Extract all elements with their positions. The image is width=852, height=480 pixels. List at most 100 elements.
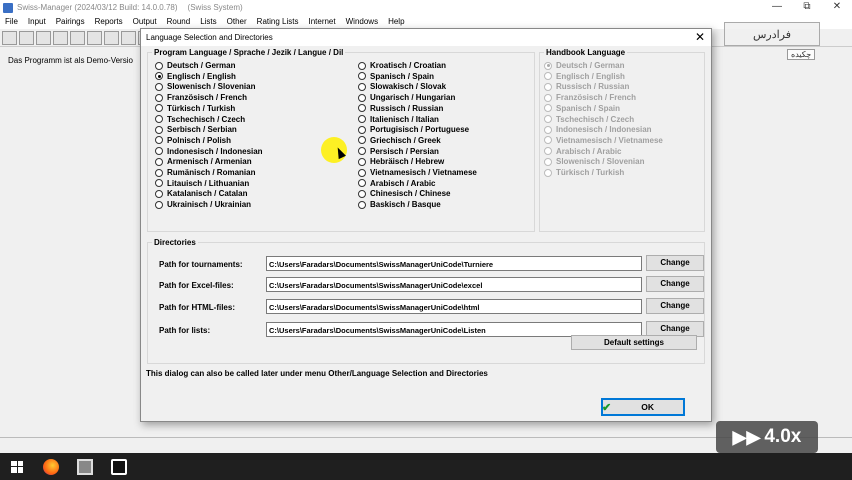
language-radio-hebrew[interactable]: Hebräisch / Hebrew xyxy=(358,156,444,167)
radio-button[interactable] xyxy=(358,82,366,91)
menu-windows[interactable]: Windows xyxy=(341,15,383,29)
radio-button[interactable] xyxy=(358,136,366,145)
radio-button[interactable] xyxy=(358,147,366,156)
radio-button[interactable] xyxy=(358,125,366,134)
radio-label: Slowenisch / Slovenian xyxy=(167,82,256,92)
dialog-title: Language Selection and Directories xyxy=(146,33,273,42)
radio-button[interactable] xyxy=(155,147,163,156)
app-window-icon[interactable] xyxy=(68,453,102,480)
radio-button[interactable] xyxy=(155,200,163,209)
language-radio-turkish[interactable]: Türkisch / Turkish xyxy=(155,103,235,114)
radio-button[interactable] xyxy=(155,168,163,177)
language-radio-czech[interactable]: Tschechisch / Czech xyxy=(155,114,245,125)
radio-button[interactable] xyxy=(358,72,366,81)
restore-button[interactable]: ⧉ xyxy=(792,0,822,15)
menu-other[interactable]: Other xyxy=(222,15,252,29)
menu-file[interactable]: File xyxy=(0,15,23,29)
menu-internet[interactable]: Internet xyxy=(303,15,340,29)
radio-button[interactable] xyxy=(155,157,163,166)
toolbar-icon-4[interactable] xyxy=(53,30,68,45)
radio-button[interactable] xyxy=(155,115,163,123)
change-path-button[interactable]: Change xyxy=(646,298,704,314)
language-radio-basque[interactable]: Baskisch / Basque xyxy=(358,199,441,210)
toolbar-icon-8[interactable] xyxy=(121,30,136,45)
radio-button[interactable] xyxy=(155,93,163,102)
language-radio-russian[interactable]: Russisch / Russian xyxy=(358,103,443,114)
change-path-button[interactable]: Change xyxy=(646,255,704,271)
radio-label: Kroatisch / Croatian xyxy=(370,61,447,70)
menu-output[interactable]: Output xyxy=(128,15,162,29)
language-radio-german[interactable]: Deutsch / German xyxy=(155,60,235,71)
toolbar-icon-6[interactable] xyxy=(87,30,102,45)
ok-button[interactable]: ✔ OK xyxy=(601,398,685,416)
windows-start-icon[interactable] xyxy=(0,453,34,480)
menu-reports[interactable]: Reports xyxy=(90,15,128,29)
menu-lists[interactable]: Lists xyxy=(195,15,221,29)
language-radio-french[interactable]: Französisch / French xyxy=(155,92,247,103)
radio-label: Deutsch / German xyxy=(556,61,625,70)
taskbar xyxy=(0,453,852,480)
path-input[interactable]: C:\Users\Faradars\Documents\SwissManager… xyxy=(266,256,642,271)
menu-rating-lists[interactable]: Rating Lists xyxy=(252,15,304,29)
language-radio-spain[interactable]: Spanisch / Spain xyxy=(358,71,434,82)
language-radio-lithuanian[interactable]: Litauisch / Lithuanian xyxy=(155,178,249,189)
language-radio-slovak[interactable]: Slowakisch / Slovak xyxy=(358,81,446,92)
toolbar-icon-7[interactable] xyxy=(104,30,119,45)
language-radio-italian[interactable]: Italienisch / Italian xyxy=(358,114,439,125)
radio-button[interactable] xyxy=(358,61,366,70)
radio-button[interactable] xyxy=(155,189,163,198)
radio-button[interactable] xyxy=(358,168,366,177)
radio-button[interactable] xyxy=(358,179,366,188)
firefox-icon[interactable] xyxy=(34,453,68,480)
path-input[interactable]: C:\Users\Faradars\Documents\SwissManager… xyxy=(266,299,642,314)
language-radio-hungarian[interactable]: Ungarisch / Hungarian xyxy=(358,92,455,103)
handbook-radio-slovenian: Slowenisch / Slovenian xyxy=(544,156,644,167)
language-radio-portuguese[interactable]: Portugisisch / Portuguese xyxy=(358,124,469,135)
radio-button[interactable] xyxy=(358,189,366,198)
language-radio-greek[interactable]: Griechisch / Greek xyxy=(358,135,441,146)
swiss-manager-icon[interactable] xyxy=(102,453,136,480)
language-radio-persian[interactable]: Persisch / Persian xyxy=(358,146,439,157)
path-input[interactable]: C:\Users\Faradars\Documents\SwissManager… xyxy=(266,277,642,292)
language-radio-croatian[interactable]: Kroatisch / Croatian xyxy=(358,60,446,71)
language-radio-english[interactable]: Englisch / English xyxy=(155,71,236,82)
new-file-icon[interactable] xyxy=(2,30,17,45)
menu-round[interactable]: Round xyxy=(162,15,196,29)
close-app-button[interactable]: ✕ xyxy=(822,0,852,15)
radio-button[interactable] xyxy=(155,125,163,134)
language-radio-catalan[interactable]: Katalanisch / Catalan xyxy=(155,188,247,199)
radio-button[interactable] xyxy=(155,72,163,81)
radio-button[interactable] xyxy=(358,200,366,209)
language-radio-arabic[interactable]: Arabisch / Arabic xyxy=(358,178,436,189)
change-path-button[interactable]: Change xyxy=(646,276,704,292)
language-radio-chinese[interactable]: Chinesisch / Chinese xyxy=(358,188,450,199)
language-radio-indonesian[interactable]: Indonesisch / Indonesian xyxy=(155,146,263,157)
radio-label: Französisch / French xyxy=(167,93,248,103)
radio-button[interactable] xyxy=(155,104,163,113)
radio-button[interactable] xyxy=(358,115,366,123)
language-radio-romanian[interactable]: Rumänisch / Romanian xyxy=(155,167,255,178)
radio-button[interactable] xyxy=(358,93,366,102)
open-folder-icon[interactable] xyxy=(19,30,34,45)
language-radio-serbian[interactable]: Serbisch / Serbian xyxy=(155,124,237,135)
menu-help[interactable]: Help xyxy=(383,15,409,29)
radio-button[interactable] xyxy=(358,157,366,166)
language-radio-polish[interactable]: Polnisch / Polish xyxy=(155,135,231,146)
language-radio-slovenian[interactable]: Slowenisch / Slovenian xyxy=(155,81,255,92)
dialog-close-icon[interactable]: ✕ xyxy=(693,30,707,44)
radio-button[interactable] xyxy=(155,82,163,91)
language-radio-ukrainian[interactable]: Ukrainisch / Ukrainian xyxy=(155,199,251,210)
radio-label: Spanisch / Spain xyxy=(370,71,435,81)
minimize-button[interactable]: — xyxy=(762,0,792,15)
menu-input[interactable]: Input xyxy=(23,15,51,29)
language-radio-armenian[interactable]: Armenisch / Armenian xyxy=(155,156,252,167)
radio-button[interactable] xyxy=(155,61,163,70)
save-icon[interactable] xyxy=(36,30,51,45)
radio-button[interactable] xyxy=(358,104,366,113)
toolbar-icon-5[interactable] xyxy=(70,30,85,45)
language-radio-vietnamese[interactable]: Vietnamesisch / Vietnamese xyxy=(358,167,477,178)
radio-button[interactable] xyxy=(155,179,163,188)
radio-button[interactable] xyxy=(155,136,163,145)
menu-pairings[interactable]: Pairings xyxy=(51,15,90,29)
default-settings-button[interactable]: Default settings xyxy=(571,335,697,350)
